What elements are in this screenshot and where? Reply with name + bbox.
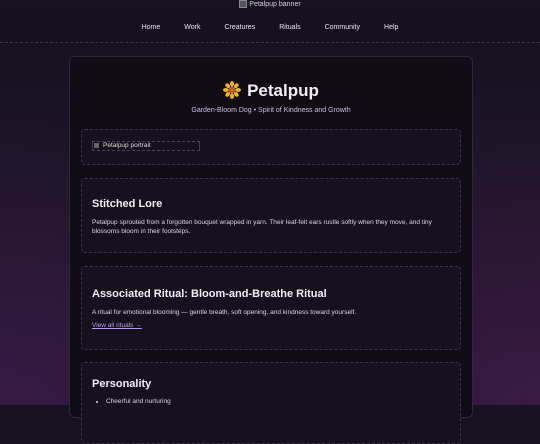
banner-image: Petalpup banner	[0, 0, 540, 12]
nav-rituals[interactable]: Rituals	[267, 24, 312, 31]
traits-list: Cheerful and nurturing	[92, 398, 171, 405]
creature-card: Petalpup Garden-Bloom Dog • Spirit of Ki…	[69, 56, 473, 444]
portrait-section: Petalpup portrait	[81, 129, 461, 165]
broken-image-icon	[94, 142, 99, 148]
view-all-rituals-link[interactable]: View all rituals →	[92, 322, 142, 329]
nav-community[interactable]: Community	[313, 24, 372, 31]
list-item: Cheerful and nurturing	[106, 398, 171, 405]
nav-work[interactable]: Work	[172, 24, 212, 31]
ritual-section: Associated Ritual: Bloom-and-Breathe Rit…	[81, 266, 461, 350]
broken-image-icon	[239, 0, 248, 9]
lore-text: Petalpup sprouted from a forgotten bouqu…	[92, 219, 432, 235]
main-nav: Home Work Creatures Rituals Community He…	[0, 12, 540, 43]
portrait-alt-text: Petalpup portrait	[103, 142, 151, 149]
page-subtitle: Garden-Bloom Dog • Spirit of Kindness an…	[191, 107, 351, 114]
personality-heading: Personality	[92, 378, 152, 390]
lore-section: Stitched Lore Petalpup sprouted from a f…	[81, 178, 461, 253]
portrait-image: Petalpup portrait	[92, 141, 200, 151]
page-title: Petalpup	[70, 81, 472, 101]
sunflower-icon	[223, 81, 242, 99]
lore-heading: Stitched Lore	[92, 198, 163, 210]
ritual-text: A ritual for emotional blooming — gentle…	[92, 309, 357, 316]
ritual-heading: Associated Ritual: Bloom-and-Breathe Rit…	[92, 288, 327, 300]
banner-alt-text: Petalpup banner	[249, 1, 301, 8]
nav-creatures[interactable]: Creatures	[212, 24, 267, 31]
nav-help[interactable]: Help	[372, 24, 410, 31]
nav-home[interactable]: Home	[130, 24, 173, 31]
page-title-text: Petalpup	[247, 81, 319, 100]
personality-section: Personality Cheerful and nurturing	[81, 362, 461, 444]
